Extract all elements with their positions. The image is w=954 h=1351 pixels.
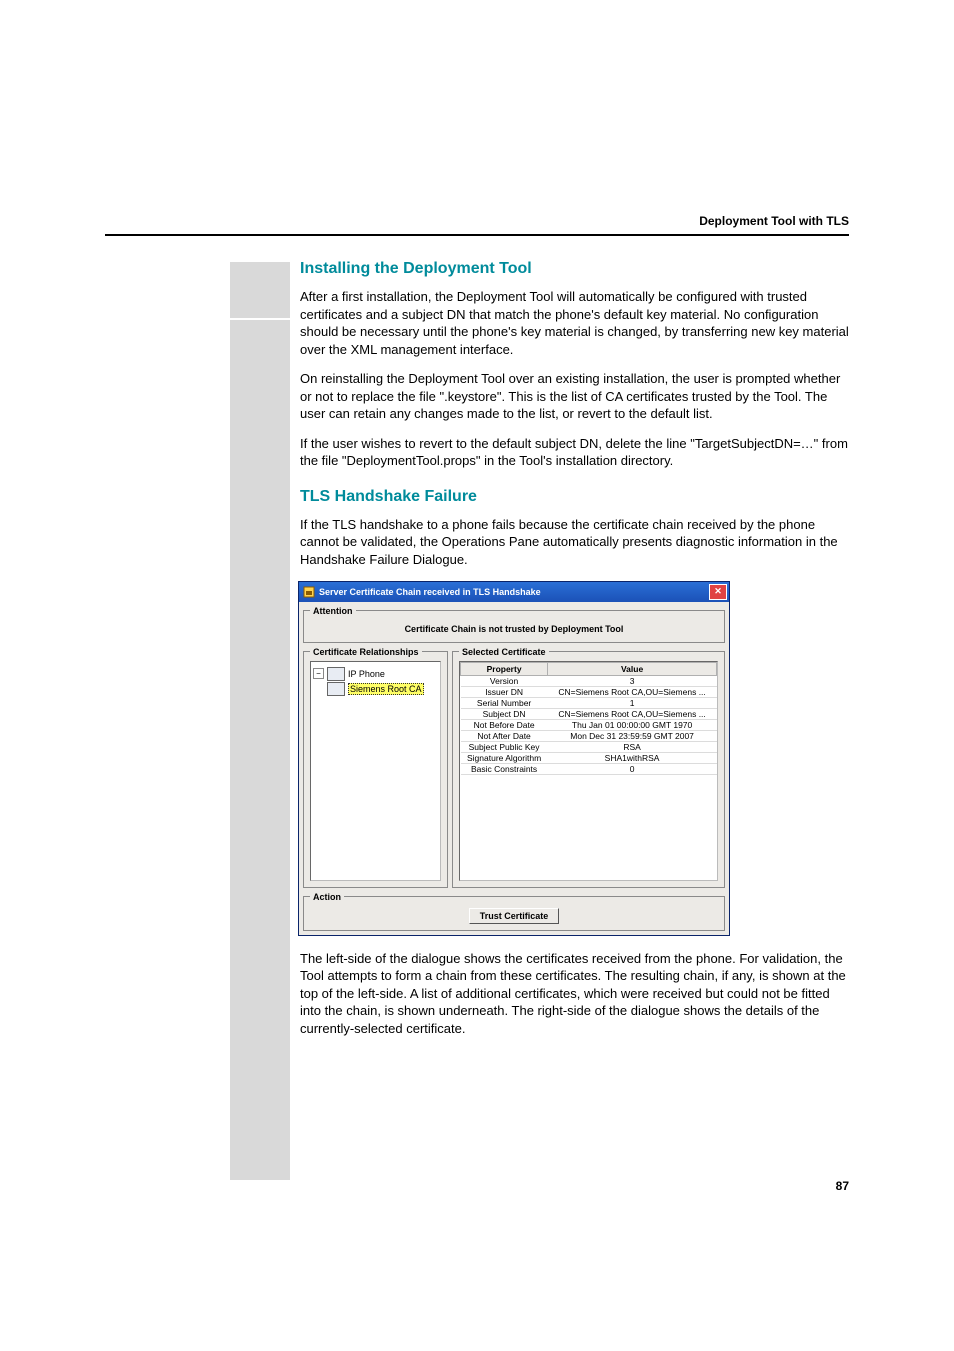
table-row[interactable]: Subject Public KeyRSA bbox=[461, 741, 717, 752]
value-cell: Mon Dec 31 23:59:59 GMT 2007 bbox=[548, 730, 717, 741]
certificate-icon bbox=[327, 667, 345, 681]
body-text: The left-side of the dialogue shows the … bbox=[300, 950, 850, 1038]
property-cell: Version bbox=[461, 675, 548, 686]
col-value[interactable]: Value bbox=[548, 662, 717, 675]
margin-shade bbox=[230, 320, 290, 1180]
property-cell: Serial Number bbox=[461, 697, 548, 708]
tree-collapse-icon[interactable]: − bbox=[313, 668, 324, 679]
header-rule bbox=[105, 234, 849, 236]
app-icon bbox=[303, 586, 315, 598]
property-cell: Not Before Date bbox=[461, 719, 548, 730]
table-row[interactable]: Signature AlgorithmSHA1withRSA bbox=[461, 752, 717, 763]
page-number: 87 bbox=[836, 1179, 849, 1193]
body-text: On reinstalling the Deployment Tool over… bbox=[300, 370, 850, 423]
margin-shade bbox=[230, 262, 290, 318]
body-text: After a first installation, the Deployme… bbox=[300, 288, 850, 358]
value-cell: SHA1withRSA bbox=[548, 752, 717, 763]
relationships-group: Certificate Relationships − IP Phone Sie… bbox=[303, 647, 448, 888]
certificate-table-wrap: Property Value Version3Issuer DNCN=Sieme… bbox=[459, 661, 718, 881]
certificate-table: Property Value Version3Issuer DNCN=Sieme… bbox=[460, 662, 717, 775]
attention-message: Certificate Chain is not trusted by Depl… bbox=[310, 624, 718, 634]
heading-installing: Installing the Deployment Tool bbox=[300, 260, 850, 278]
handshake-failure-dialog: Server Certificate Chain received in TLS… bbox=[298, 581, 730, 936]
table-row[interactable]: Not After DateMon Dec 31 23:59:59 GMT 20… bbox=[461, 730, 717, 741]
action-group: Action Trust Certificate bbox=[303, 892, 725, 931]
tree-root-row[interactable]: − IP Phone bbox=[313, 667, 438, 681]
running-header: Deployment Tool with TLS bbox=[699, 214, 849, 228]
trust-certificate-button[interactable]: Trust Certificate bbox=[469, 908, 560, 924]
value-cell: 3 bbox=[548, 675, 717, 686]
property-cell: Signature Algorithm bbox=[461, 752, 548, 763]
certificate-icon bbox=[327, 682, 345, 696]
property-cell: Basic Constraints bbox=[461, 763, 548, 774]
attention-group: Attention Certificate Chain is not trust… bbox=[303, 606, 725, 643]
certificate-tree[interactable]: − IP Phone Siemens Root CA bbox=[310, 661, 441, 881]
value-cell: RSA bbox=[548, 741, 717, 752]
close-icon[interactable]: ✕ bbox=[709, 584, 727, 600]
property-cell: Not After Date bbox=[461, 730, 548, 741]
col-property[interactable]: Property bbox=[461, 662, 548, 675]
dialog-title: Server Certificate Chain received in TLS… bbox=[319, 587, 541, 597]
tree-child-row[interactable]: Siemens Root CA bbox=[313, 682, 438, 696]
property-cell: Issuer DN bbox=[461, 686, 548, 697]
selected-cert-legend: Selected Certificate bbox=[459, 647, 549, 657]
value-cell: 1 bbox=[548, 697, 717, 708]
dialog-titlebar[interactable]: Server Certificate Chain received in TLS… bbox=[299, 582, 729, 602]
table-row[interactable]: Version3 bbox=[461, 675, 717, 686]
table-row[interactable]: Issuer DNCN=Siemens Root CA,OU=Siemens .… bbox=[461, 686, 717, 697]
attention-legend: Attention bbox=[310, 606, 356, 616]
action-legend: Action bbox=[310, 892, 344, 902]
table-row[interactable]: Not Before DateThu Jan 01 00:00:00 GMT 1… bbox=[461, 719, 717, 730]
table-row[interactable]: Subject DNCN=Siemens Root CA,OU=Siemens … bbox=[461, 708, 717, 719]
value-cell: CN=Siemens Root CA,OU=Siemens ... bbox=[548, 686, 717, 697]
heading-tls: TLS Handshake Failure bbox=[300, 488, 850, 506]
table-row[interactable]: Basic Constraints0 bbox=[461, 763, 717, 774]
value-cell: 0 bbox=[548, 763, 717, 774]
tree-root-label: IP Phone bbox=[348, 669, 385, 679]
property-cell: Subject DN bbox=[461, 708, 548, 719]
value-cell: CN=Siemens Root CA,OU=Siemens ... bbox=[548, 708, 717, 719]
body-text: If the TLS handshake to a phone fails be… bbox=[300, 516, 850, 569]
body-text: If the user wishes to revert to the defa… bbox=[300, 435, 850, 470]
tree-child-label: Siemens Root CA bbox=[348, 683, 424, 695]
selected-cert-group: Selected Certificate Property Value Vers… bbox=[452, 647, 725, 888]
relationships-legend: Certificate Relationships bbox=[310, 647, 422, 657]
table-row[interactable]: Serial Number1 bbox=[461, 697, 717, 708]
value-cell: Thu Jan 01 00:00:00 GMT 1970 bbox=[548, 719, 717, 730]
property-cell: Subject Public Key bbox=[461, 741, 548, 752]
